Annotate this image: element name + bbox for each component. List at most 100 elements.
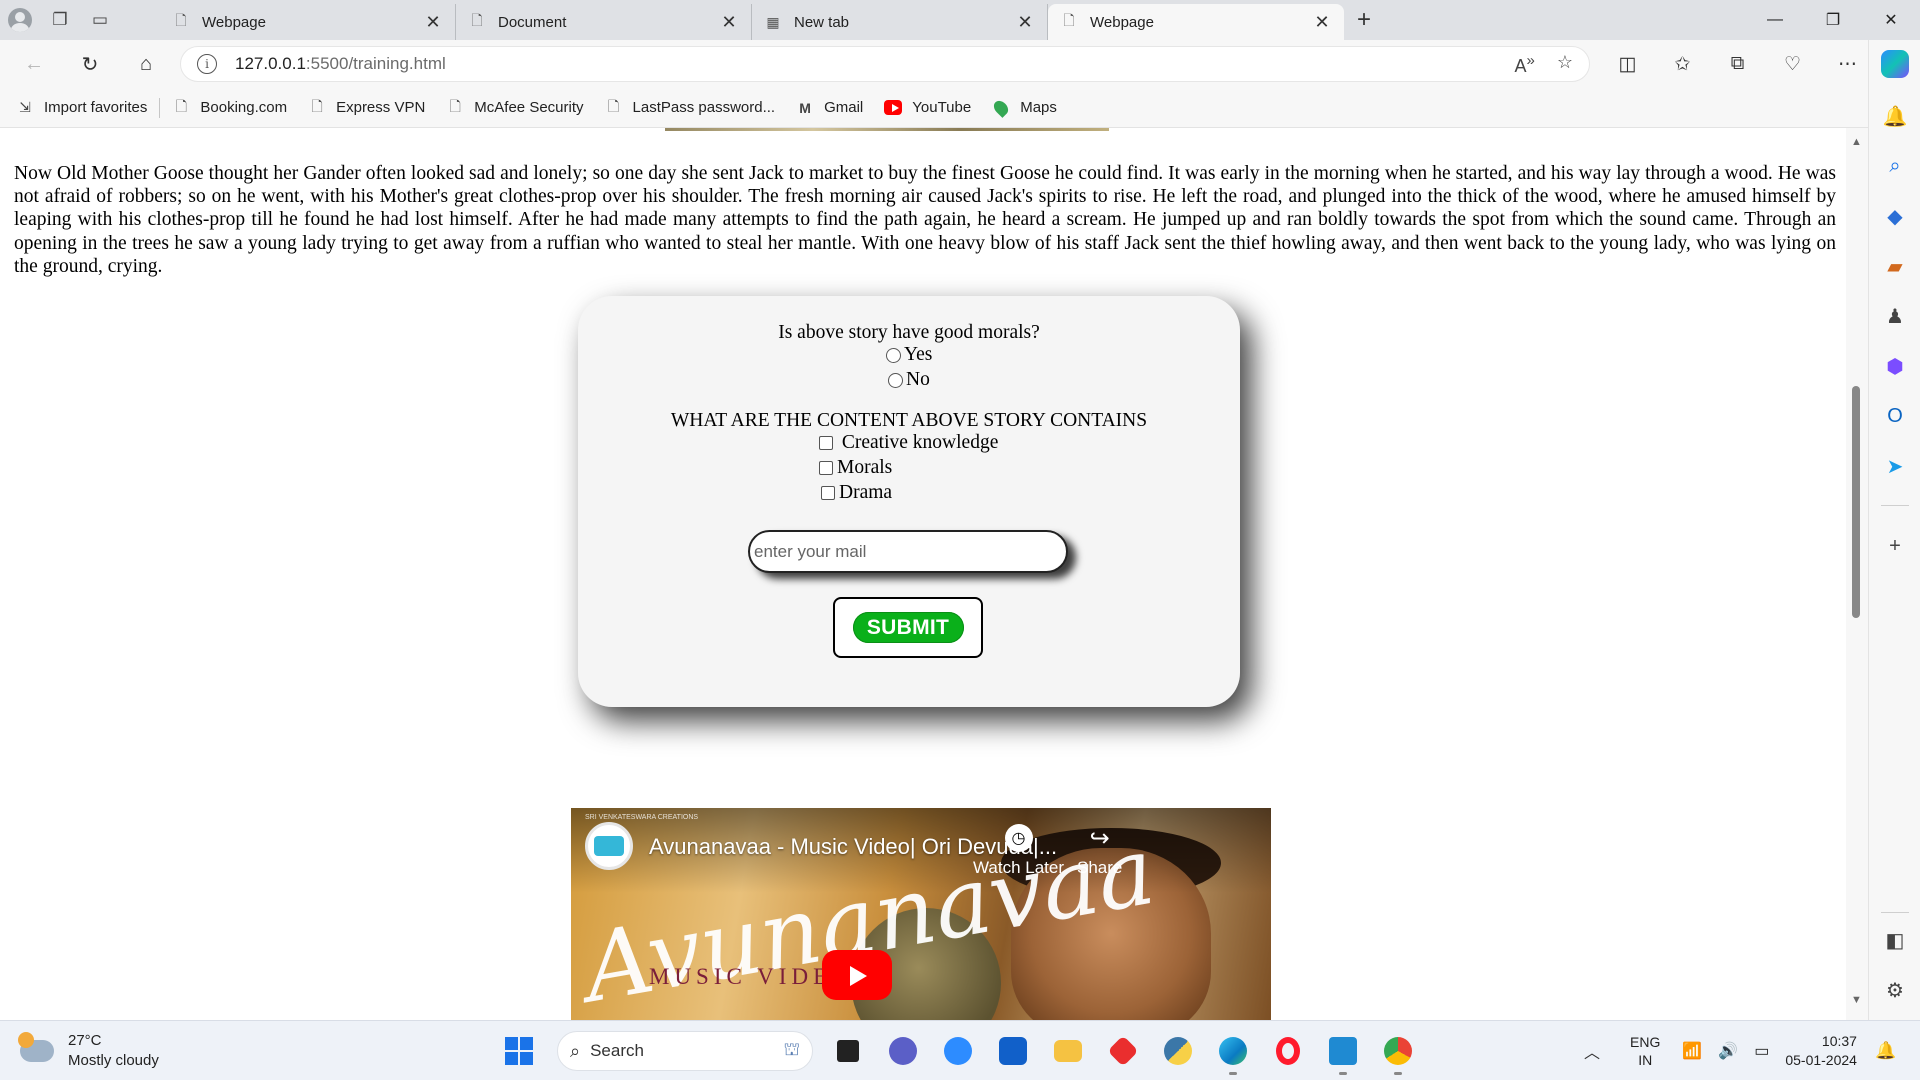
site-info-icon[interactable]: i	[197, 54, 217, 74]
outlook-icon[interactable]: O	[1869, 396, 1920, 436]
fav-label: Express VPN	[336, 99, 426, 116]
fav-express-vpn[interactable]: 🗋 Express VPN	[308, 98, 426, 117]
taskbar-search[interactable]: ⌕ Search ⛫	[557, 1031, 813, 1071]
tab-label: Document	[498, 13, 567, 31]
task-view-icon[interactable]	[825, 1029, 871, 1073]
channel-logo-icon[interactable]	[585, 822, 633, 870]
favorite-star-icon[interactable]: ☆	[1557, 52, 1573, 77]
telegram-icon[interactable]: ➤	[1869, 446, 1920, 486]
radio-option-yes[interactable]: Yes	[886, 344, 932, 366]
tab-document[interactable]: 🗋 Document ✕	[456, 4, 752, 40]
search-icon[interactable]: ⌕	[1869, 146, 1920, 186]
tab-new-tab[interactable]: ▦ New tab ✕	[752, 4, 1048, 40]
profile-button[interactable]	[0, 0, 40, 40]
youtube-play-icon[interactable]	[822, 950, 892, 1000]
submit-button-frame: SUBMIT	[833, 597, 983, 658]
tools-briefcase-icon[interactable]: ▰	[1869, 246, 1920, 286]
tab-label: Webpage	[202, 13, 266, 31]
git-icon[interactable]	[1100, 1029, 1146, 1073]
restore-icon[interactable]: ❐	[1804, 0, 1862, 40]
fav-mcafee[interactable]: 🗋 McAfee Security	[446, 98, 584, 117]
vscode-icon[interactable]	[1320, 1029, 1366, 1075]
checkbox[interactable]	[819, 436, 833, 450]
chrome-icon[interactable]	[1375, 1029, 1421, 1075]
maps-icon	[991, 97, 1012, 118]
checkbox[interactable]	[821, 486, 835, 500]
add-sidebar-app-icon[interactable]: +	[1869, 526, 1920, 566]
checkbox-drama[interactable]: Drama	[821, 482, 892, 504]
language-indicator[interactable]: ENG IN	[1630, 1033, 1660, 1069]
scroll-up-arrow-icon[interactable]: ▲	[1851, 136, 1862, 148]
tab-actions-icon[interactable]: ▭	[80, 0, 120, 40]
meet-chat-icon[interactable]	[880, 1029, 926, 1073]
split-screen-icon[interactable]: ◫	[1600, 44, 1655, 84]
fav-youtube[interactable]: YouTube	[884, 99, 971, 117]
address-input[interactable]: i 127.0.0.1:5500/training.html A» ☆	[180, 46, 1590, 82]
checkbox-creative-knowledge[interactable]: Creative knowledge	[819, 432, 998, 454]
scrollbar-thumb[interactable]	[1852, 386, 1860, 618]
shopping-tag-icon[interactable]: ◆	[1869, 196, 1920, 236]
scroll-down-arrow-icon[interactable]: ▼	[1851, 994, 1862, 1006]
more-menu-icon[interactable]: ⋯	[1820, 44, 1875, 84]
wifi-icon[interactable]: 📶	[1682, 1041, 1702, 1061]
read-aloud-icon[interactable]: A»	[1515, 52, 1535, 77]
lang-region: IN	[1638, 1052, 1653, 1068]
close-window-icon[interactable]: ✕	[1862, 0, 1920, 40]
browser-essentials-icon[interactable]: ♡	[1765, 44, 1820, 84]
youtube-video-embed[interactable]: SRI VENKATESWARA CREATIONS Avunanavaa - …	[571, 808, 1271, 1020]
weather-desc: Mostly cloudy	[68, 1052, 159, 1069]
notification-bell-icon[interactable]: 🔔	[1875, 1041, 1896, 1061]
collections-icon[interactable]: ⧉	[1710, 44, 1765, 84]
close-tab-icon[interactable]: ✕	[719, 12, 739, 33]
clock[interactable]: 10:37 05-01-2024	[1785, 1032, 1857, 1070]
copilot-icon[interactable]	[1869, 44, 1920, 84]
fav-booking[interactable]: 🗋 Booking.com	[172, 98, 287, 117]
show-hidden-icons-icon[interactable]: ︿	[1584, 1039, 1600, 1063]
cropped-image-edge	[665, 128, 1109, 131]
microsoft-store-icon[interactable]	[990, 1029, 1036, 1073]
url-path: :5500/training.html	[305, 54, 446, 73]
email-field[interactable]	[748, 530, 1068, 573]
sidebar-divider	[1881, 912, 1909, 913]
page-viewport: Now Old Mother Goose thought her Gander …	[0, 128, 1846, 1020]
home-icon[interactable]: ⌂	[124, 44, 168, 84]
new-tab-button[interactable]: +	[1344, 0, 1384, 40]
microsoft-365-icon[interactable]: ⬢	[1869, 346, 1920, 386]
minimize-icon[interactable]: —	[1746, 0, 1804, 40]
file-explorer-icon[interactable]	[1045, 1029, 1091, 1073]
tab-webpage-active[interactable]: 🗋 Webpage ✕	[1048, 4, 1344, 40]
tab-webpage-1[interactable]: 🗋 Webpage ✕	[160, 4, 456, 40]
games-icon[interactable]: ♟	[1869, 296, 1920, 336]
opera-icon[interactable]	[1265, 1029, 1311, 1073]
fav-import-favorites[interactable]: ⇲ Import favorites	[16, 99, 147, 117]
fav-lastpass[interactable]: 🗋 LastPass password...	[605, 98, 775, 117]
radio-option-no[interactable]: No	[888, 369, 930, 391]
fav-gmail[interactable]: M Gmail	[796, 99, 863, 117]
checkbox[interactable]	[819, 461, 833, 475]
refresh-icon[interactable]: ↻	[68, 44, 112, 84]
close-tab-icon[interactable]: ✕	[1015, 12, 1035, 33]
submit-button[interactable]: SUBMIT	[852, 612, 964, 643]
notifications-icon[interactable]: 🔔	[1869, 96, 1920, 136]
page-scrollbar[interactable]: ▲ ▼	[1846, 128, 1868, 1020]
start-button[interactable]	[496, 1029, 542, 1073]
favorites-icon[interactable]: ✩	[1655, 44, 1710, 84]
sidebar-settings-icon[interactable]: ⚙	[1869, 970, 1920, 1010]
python-icon[interactable]	[1155, 1029, 1201, 1073]
zoom-icon[interactable]	[935, 1029, 981, 1073]
fav-maps[interactable]: Maps	[991, 97, 1057, 118]
url-host: 127.0.0.1	[235, 54, 306, 73]
weather-widget[interactable]: 27°C Mostly cloudy	[18, 1031, 159, 1071]
hide-sidebar-icon[interactable]: ◧	[1869, 920, 1920, 960]
volume-icon[interactable]: 🔊	[1718, 1041, 1738, 1061]
back-arrow-icon[interactable]: ←	[12, 44, 56, 84]
workspaces-icon[interactable]: ❐	[40, 0, 80, 40]
battery-icon[interactable]: ▭	[1754, 1041, 1769, 1061]
edge-browser-icon[interactable]	[1210, 1029, 1256, 1075]
radio-button[interactable]	[888, 372, 903, 388]
close-tab-icon[interactable]: ✕	[1312, 12, 1332, 33]
radio-button[interactable]	[886, 347, 901, 363]
checkbox-morals[interactable]: Morals	[819, 457, 892, 479]
weather-text: 27°C Mostly cloudy	[68, 1031, 159, 1071]
close-tab-icon[interactable]: ✕	[423, 12, 443, 33]
